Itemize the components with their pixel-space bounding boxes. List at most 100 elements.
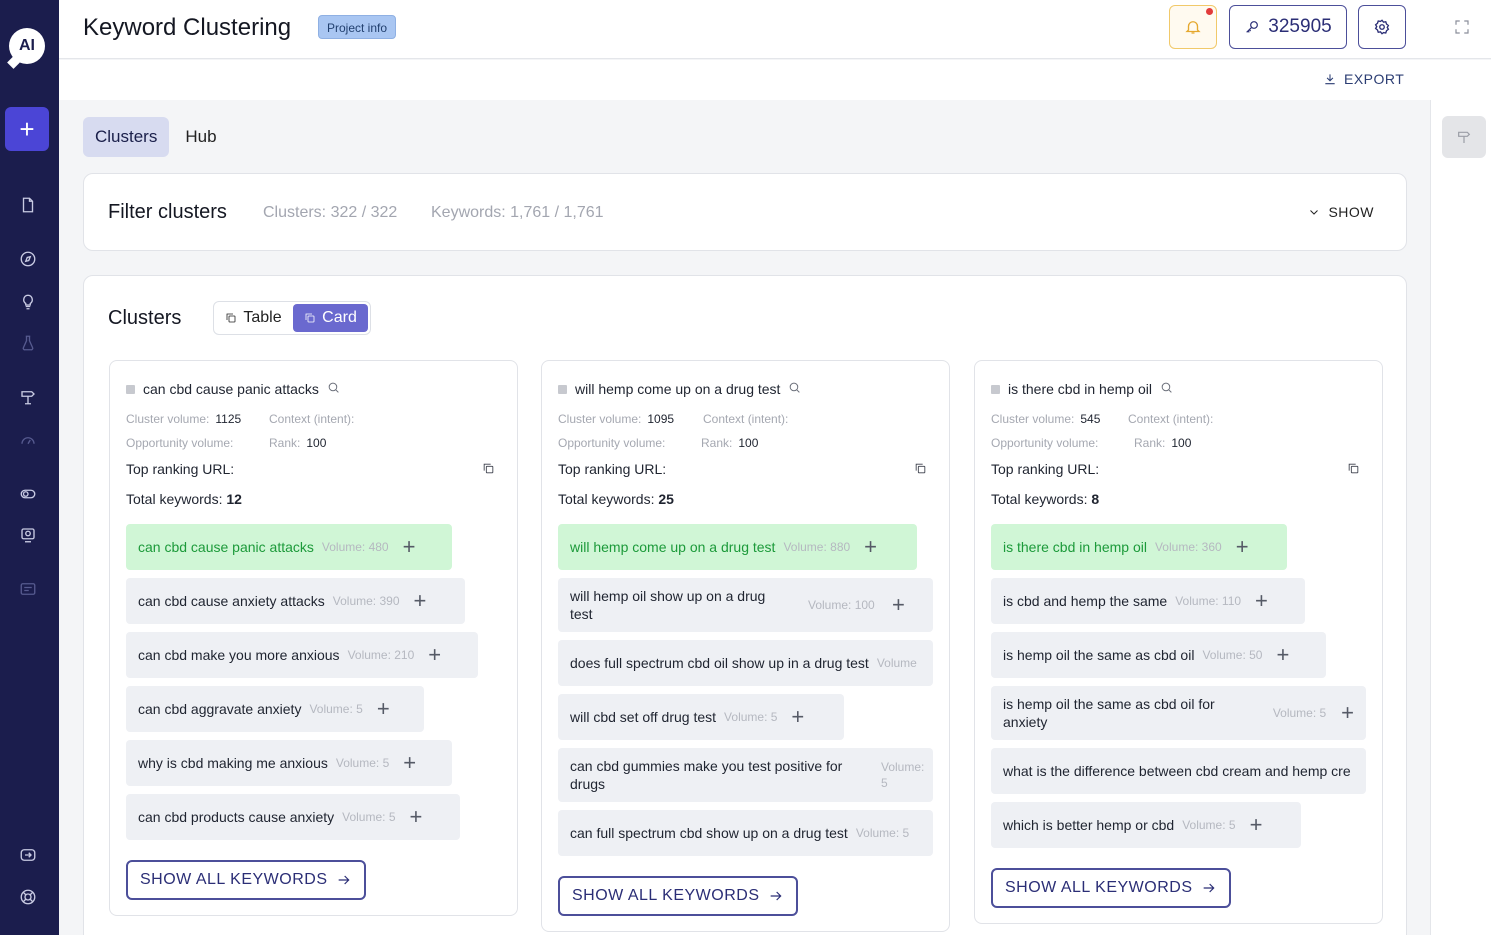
gear-icon — [1374, 19, 1390, 35]
page-title: Keyword Clustering — [83, 14, 292, 41]
bell-icon — [1185, 21, 1201, 34]
keyword-chip[interactable]: what is the difference between cbd cream… — [991, 748, 1366, 794]
add-icon: + — [428, 642, 442, 667]
flask-icon[interactable] — [14, 329, 42, 357]
cluster-card: is there cbd in hemp oil Cluster volume:… — [974, 360, 1383, 924]
credits-count: 325905 — [1268, 16, 1332, 37]
support-icon[interactable] — [14, 883, 42, 911]
context-intent: Context (intent): — [1128, 412, 1214, 426]
copy-icon[interactable] — [1347, 462, 1360, 480]
cluster-volume: Cluster volume: 545 — [991, 412, 1101, 426]
keywords-count: Keywords: 1,761 / 1,761 — [431, 204, 604, 221]
keyword-chip[interactable]: is hemp oil the same as cbd oil Volume: 5… — [991, 632, 1326, 678]
top-ranking-url: Top ranking URL: — [126, 461, 235, 477]
context-intent: Context (intent): — [703, 412, 789, 426]
download-icon — [1325, 74, 1335, 85]
keyword-chip[interactable]: can cbd make you more anxious Volume: 210… — [126, 632, 478, 678]
opportunity-volume: Opportunity volume: — [991, 436, 1099, 450]
id-card-icon[interactable] — [14, 575, 42, 603]
view-card-label: Card — [322, 309, 357, 326]
cluster-color-swatch[interactable] — [126, 384, 135, 394]
keyword-chip[interactable]: will hemp oil show up on a drug test Volu… — [558, 578, 933, 632]
rail-signpost-button[interactable] — [1442, 116, 1486, 158]
compass-icon[interactable] — [14, 245, 42, 273]
logout-icon[interactable] — [14, 841, 42, 869]
cluster-volume: Cluster volume: 1095 — [558, 412, 675, 426]
show-all-keywords-button[interactable]: SHOW ALL KEYWORDS — [558, 876, 798, 916]
view-toggle: Table Card — [213, 301, 371, 335]
add-icon: + — [1255, 588, 1268, 613]
keyword-chip[interactable]: why is cbd making me anxious Volume: 5 + — [126, 740, 452, 786]
copy-icon[interactable] — [482, 462, 495, 480]
keyword-chip[interactable]: can full spectrum cbd show up on a drug … — [558, 810, 933, 856]
signpost-icon[interactable] — [14, 383, 42, 411]
tab-clusters[interactable]: Clusters — [83, 117, 170, 157]
search-icon[interactable] — [1160, 381, 1173, 397]
view-table-label: Table — [243, 309, 282, 326]
key-icon — [1246, 21, 1259, 33]
export-button[interactable]: EXPORT — [1323, 71, 1404, 87]
view-table-button[interactable]: Table — [216, 304, 291, 332]
settings-button[interactable] — [1358, 5, 1406, 49]
search-icon[interactable] — [788, 381, 801, 397]
add-button[interactable]: + — [5, 107, 49, 151]
tab-hub[interactable]: Hub — [173, 117, 228, 157]
show-all-keywords-button[interactable]: SHOW ALL KEYWORDS — [991, 868, 1231, 908]
top-ranking-url: Top ranking URL: — [991, 461, 1100, 477]
monitor-icon[interactable] — [14, 521, 42, 549]
rank: Rank: 100 — [1134, 436, 1192, 450]
document-icon[interactable] — [14, 191, 42, 219]
clusters-panel: Clusters Table Card can cbd cause panic … — [83, 275, 1407, 935]
copy-icon[interactable] — [914, 462, 927, 480]
export-bar: EXPORT — [59, 60, 1491, 100]
show-all-keywords-button[interactable]: SHOW ALL KEYWORDS — [126, 860, 366, 900]
clusters-count: Clusters: 322 / 322 — [263, 204, 398, 221]
total-keywords: Total keywords: 25 — [558, 491, 674, 507]
keyword-chip[interactable]: can cbd products cause anxiety Volume: 5 + — [126, 794, 460, 840]
add-icon: + — [1235, 534, 1249, 559]
cluster-name-text: is there cbd in hemp oil — [1008, 381, 1152, 397]
app-logo[interactable]: AI — [9, 28, 45, 64]
show-filters-button[interactable]: SHOW — [1308, 204, 1374, 220]
gauge-icon[interactable] — [14, 426, 42, 454]
keyword-chip[interactable]: is cbd and hemp the same Volume: 110 + — [991, 578, 1305, 624]
keyword-chip[interactable]: can cbd cause panic attacks Volume: 480 + — [126, 524, 452, 570]
cluster-card: can cbd cause panic attacks Cluster volu… — [109, 360, 518, 916]
opportunity-volume: Opportunity volume: — [126, 436, 234, 450]
keyword-chip[interactable]: is hemp oil the same as cbd oil for anxi… — [991, 686, 1366, 740]
project-info-badge[interactable]: Project info — [318, 15, 397, 39]
lightbulb-icon[interactable] — [14, 288, 42, 316]
keyword-chip[interactable]: will cbd set off drug test Volume: 5 + — [558, 694, 844, 740]
cluster-color-swatch[interactable] — [991, 384, 1000, 394]
opportunity-volume: Opportunity volume: — [558, 436, 666, 450]
chevron-down-icon — [1310, 210, 1319, 215]
add-icon: + — [864, 534, 878, 559]
search-icon[interactable] — [327, 381, 340, 397]
toggle-icon[interactable] — [14, 480, 42, 508]
cluster-color-swatch[interactable] — [558, 384, 567, 394]
credits-button[interactable]: 325905 — [1229, 5, 1347, 49]
sidebar: AI + — [0, 0, 59, 935]
total-keywords: Total keywords: 12 — [126, 491, 242, 507]
arrow-right-icon — [338, 875, 350, 885]
notification-dot — [1206, 8, 1213, 15]
keyword-chip[interactable]: which is better hemp or cbd Volume: 5 + — [991, 802, 1301, 848]
cluster-volume: Cluster volume: 1125 — [126, 412, 242, 426]
header: Keyword Clustering Project info 325905 — [59, 0, 1491, 59]
keyword-chip[interactable]: will hemp come up on a drug test Volume: … — [558, 524, 917, 570]
fullscreen-icon[interactable] — [1453, 18, 1471, 36]
cluster-name: can cbd cause panic attacks — [126, 381, 340, 397]
rank: Rank: 100 — [701, 436, 759, 450]
view-card-button[interactable]: Card — [293, 304, 368, 332]
notifications-button[interactable] — [1169, 5, 1217, 49]
keyword-chip[interactable]: can cbd aggravate anxiety Volume: 5 + — [126, 686, 424, 732]
context-intent: Context (intent): — [269, 412, 355, 426]
cluster-card: will hemp come up on a drug test Cluster… — [541, 360, 950, 932]
add-icon: + — [791, 704, 805, 729]
keyword-chip[interactable]: does full spectrum cbd oil show up in a … — [558, 640, 933, 686]
keyword-chip[interactable]: is there cbd in hemp oil Volume: 360 + — [991, 524, 1287, 570]
arrow-right-icon — [1203, 883, 1215, 893]
keyword-chip[interactable]: can cbd gummies make you test positive f… — [558, 748, 933, 802]
keyword-chip[interactable]: can cbd cause anxiety attacks Volume: 390… — [126, 578, 465, 624]
copy-icon — [226, 313, 236, 323]
